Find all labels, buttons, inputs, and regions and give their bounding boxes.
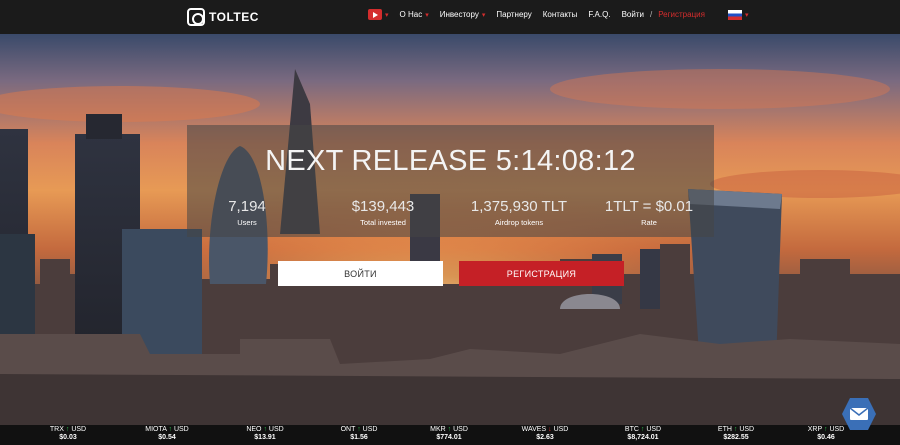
ticker-base: MIOTA (145, 426, 167, 433)
ticker-pair: MKR ↑ USD (409, 426, 489, 433)
ticker-base: ETH (717, 426, 732, 433)
release-countdown: NEXT RELEASE 5:14:08:12 (265, 145, 636, 177)
arrow-up-icon: ↑ (733, 426, 738, 433)
arrow-up-icon: ↑ (263, 426, 267, 433)
ticker-price: $0.54 (158, 434, 176, 441)
stat-label: Users (237, 218, 257, 227)
language-selector[interactable]: ▾ (727, 9, 749, 20)
ticker-item: MKR ↑ USD $774.01 (409, 426, 489, 441)
chevron-down-icon: ▾ (385, 11, 389, 19)
ticker-item: ONT ↑ USD $1.56 (319, 426, 399, 441)
stat-rate: 1TLT = $0.01 Rate (584, 198, 714, 227)
ticker-item: MIOTA ↑ USD $0.54 (127, 426, 207, 441)
stat-label: Total invested (360, 218, 406, 227)
main-menu: ▾ О Нас ▾ Инвестору ▾ Партнеру Контакты … (368, 9, 759, 20)
nav-item-contacts[interactable]: Контакты (543, 10, 578, 19)
crypto-price-ticker: TRX ↑ USD $0.03 MIOTA ↑ USD $0.54 NEO ↑ … (0, 425, 900, 445)
stat-value: 7,194 (228, 198, 266, 215)
ticker-pair: NEO ↑ USD (225, 426, 305, 433)
arrow-up-icon: ↑ (640, 426, 645, 433)
ticker-pair: ETH ↑ USD (696, 426, 776, 433)
contact-mail-icon[interactable] (841, 397, 877, 431)
ticker-price: $0.03 (59, 434, 77, 441)
chevron-down-icon: ▾ (744, 11, 749, 19)
ticker-item: ETH ↑ USD $282.55 (696, 426, 776, 441)
arrow-down-icon: ↓ (548, 426, 552, 433)
ticker-item: BTC ↑ USD $8,724.01 (603, 426, 683, 441)
ticker-pair: TRX ↑ USD (28, 426, 108, 433)
stat-value: 1TLT = $0.01 (604, 198, 694, 215)
ticker-quote: USD (71, 426, 87, 433)
video-menu[interactable]: ▾ (368, 9, 389, 20)
nav-investor-label: Инвестору (439, 10, 479, 19)
stat-value: 1,375,930 TLT (470, 198, 568, 215)
ticker-price: $282.55 (723, 434, 749, 441)
brand-logo[interactable]: TOLTEC (187, 8, 259, 26)
stat-label: Rate (641, 218, 657, 227)
toltec-logo-icon (187, 8, 205, 26)
nav-about-label: О Нас (399, 10, 423, 19)
ticker-pair: BTC ↑ USD (603, 426, 683, 433)
nav-item-faq[interactable]: F.A.Q. (588, 10, 610, 19)
auth-links: Войти / Регистрация (622, 10, 705, 19)
ticker-price: $2.63 (536, 434, 554, 441)
brand-name: TOLTEC (209, 10, 259, 24)
hero-stats-panel: NEXT RELEASE 5:14:08:12 7,194 Users $139… (187, 125, 714, 237)
stat-airdrop-tokens: 1,375,930 TLT Airdrop tokens (454, 198, 584, 227)
ticker-quote: USD (453, 426, 468, 433)
ticker-pair: WAVES ↓ USD (505, 426, 585, 433)
nav-login-link[interactable]: Войти (622, 10, 644, 19)
nav-register-link[interactable]: Регистрация (658, 10, 705, 19)
ticker-quote: USD (553, 426, 569, 433)
chevron-down-icon: ▾ (481, 11, 486, 19)
ticker-base: TRX (49, 426, 64, 433)
ticker-base: BTC (624, 426, 639, 433)
stat-label: Airdrop tokens (494, 218, 544, 227)
arrow-up-icon: ↑ (824, 426, 828, 433)
youtube-icon (368, 9, 382, 20)
stat-users: 7,194 Users (182, 198, 312, 227)
ticker-price: $8,724.01 (627, 434, 659, 441)
login-button[interactable]: ВОЙТИ (278, 261, 443, 286)
auth-separator: / (649, 10, 653, 19)
ticker-quote: USD (739, 426, 755, 433)
ticker-price: $13.91 (254, 434, 276, 441)
ticker-item: WAVES ↓ USD $2.63 (505, 426, 585, 441)
stat-total-invested: $139,443 Total invested (318, 198, 448, 227)
ticker-base: MKR (430, 426, 446, 433)
ticker-price: $1.56 (350, 434, 368, 441)
ticker-base: XRP (807, 426, 823, 433)
arrow-up-icon: ↑ (65, 426, 70, 433)
ticker-base: NEO (246, 426, 262, 433)
stat-value: $139,443 (351, 198, 415, 215)
chevron-down-icon: ▾ (425, 11, 429, 19)
ticker-base: WAVES (521, 426, 547, 433)
arrow-up-icon: ↑ (357, 426, 361, 433)
ticker-price: $774.01 (436, 434, 462, 441)
ticker-pair: ONT ↑ USD (319, 426, 399, 433)
arrow-up-icon: ↑ (447, 426, 452, 433)
russian-flag-icon (727, 9, 742, 20)
nav-item-investor[interactable]: Инвестору ▾ (440, 10, 486, 19)
ticker-quote: USD (362, 426, 378, 433)
nav-item-about[interactable]: О Нас ▾ (400, 10, 429, 19)
ticker-quote: USD (173, 426, 189, 433)
ticker-quote: USD (646, 426, 662, 433)
ticker-base: ONT (340, 426, 356, 433)
top-navbar: TOLTEC ▾ О Нас ▾ Инвестору ▾ Партнеру Ко… (0, 0, 900, 34)
ticker-item: NEO ↑ USD $13.91 (225, 426, 305, 441)
nav-item-partner[interactable]: Партнеру (496, 10, 531, 19)
ticker-item: TRX ↑ USD $0.03 (28, 426, 108, 441)
ticker-pair: MIOTA ↑ USD (127, 426, 207, 433)
ticker-quote: USD (268, 426, 284, 433)
ticker-price: $0.46 (817, 434, 835, 441)
register-button[interactable]: РЕГИСТРАЦИЯ (459, 261, 624, 286)
arrow-up-icon: ↑ (168, 426, 172, 433)
